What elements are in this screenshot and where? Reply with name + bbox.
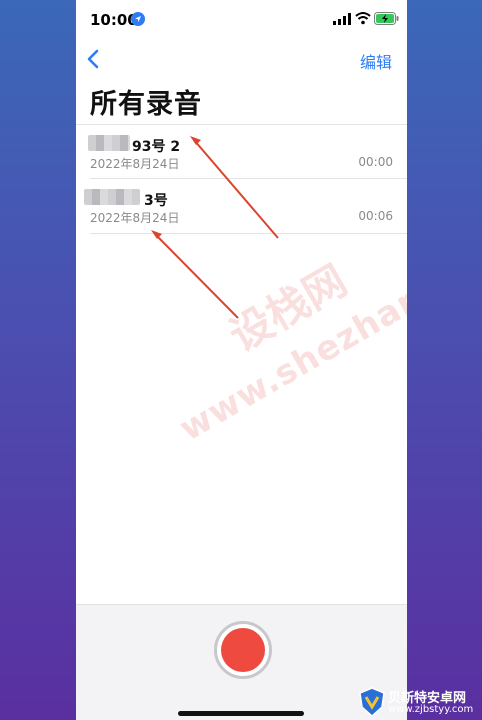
shield-logo-icon (359, 687, 385, 717)
arrowhead (151, 230, 162, 239)
site-logo: 贝斯特安卓网 www.zjbstyy.com (356, 684, 482, 720)
annotation-arrow (193, 139, 279, 239)
annotation-arrow (154, 233, 239, 319)
arrowhead (190, 136, 201, 145)
annotation-arrows (151, 136, 279, 319)
logo-url: www.zjbstyy.com (388, 704, 474, 715)
